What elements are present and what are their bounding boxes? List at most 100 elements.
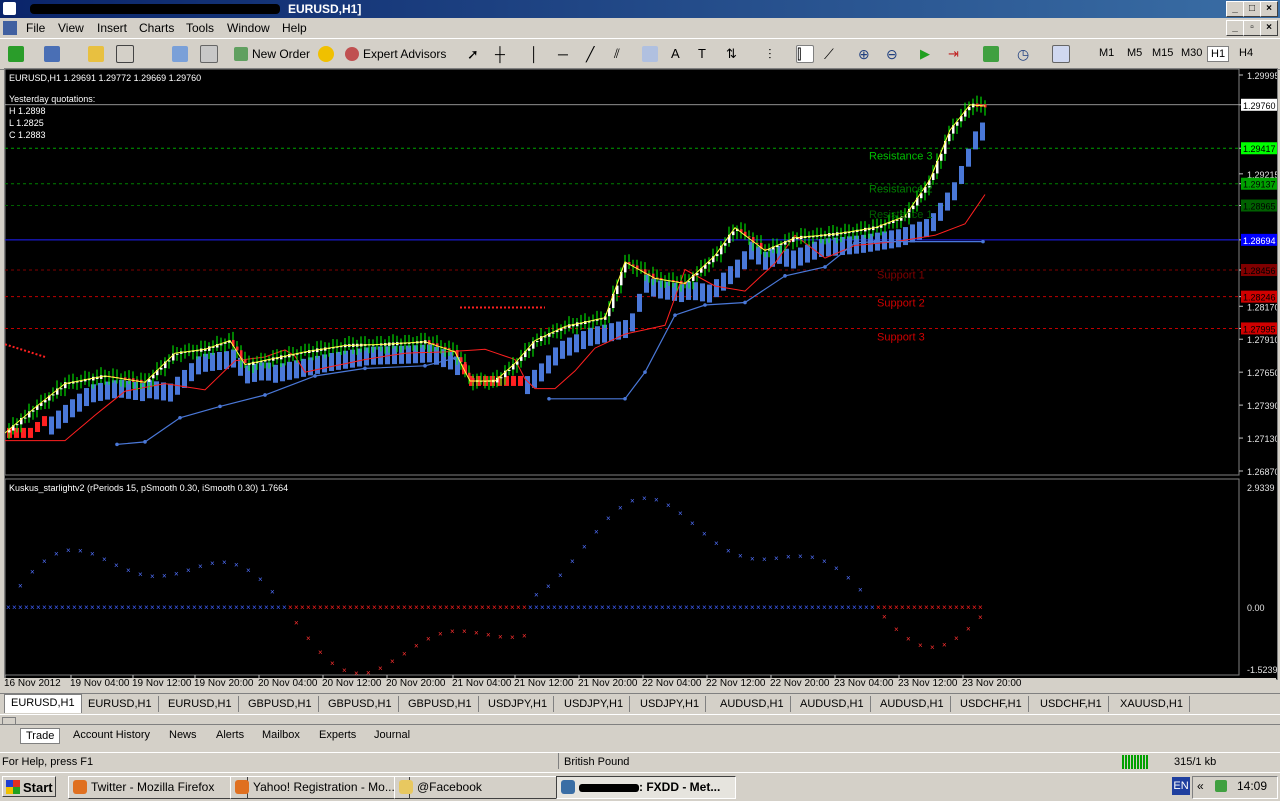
chart-tab[interactable]: AUDUSD,H1	[874, 696, 951, 712]
terminal-tab-journal[interactable]: Journal	[369, 728, 415, 742]
terminal-tab-account-history[interactable]: Account History	[68, 728, 155, 742]
templates-icon[interactable]	[1052, 45, 1070, 63]
indicator-point: ×	[930, 643, 935, 652]
zero-line-marker: ×	[390, 603, 395, 612]
language-indicator[interactable]: EN	[1172, 777, 1190, 795]
zoom-in-icon[interactable]: ⊕	[858, 46, 874, 62]
zoom-out-icon[interactable]: ⊖	[886, 46, 902, 62]
candle-body	[748, 236, 751, 238]
indicator-point: ×	[678, 509, 683, 518]
text-icon[interactable]: A	[671, 46, 687, 62]
new-chart-icon[interactable]	[8, 46, 24, 62]
profiles-icon[interactable]	[44, 46, 60, 62]
task-firefox-yahoo[interactable]: Yahoo! Registration - Mo...	[230, 776, 410, 799]
zero-line-marker: ×	[438, 603, 443, 612]
timeframe-m1[interactable]: M1	[1096, 46, 1117, 60]
crosshair-icon[interactable]: ┼	[495, 46, 511, 62]
quotes-title: Yesterday quotations:	[9, 94, 95, 104]
data-window-icon[interactable]	[116, 45, 134, 63]
chart-tab[interactable]: EURUSD,H1	[162, 696, 239, 712]
task-firefox-twitter[interactable]: Twitter - Mozilla Firefox	[68, 776, 248, 799]
zero-line-marker: ×	[264, 603, 269, 612]
indicator-point: ×	[102, 555, 107, 564]
autoscroll-icon[interactable]: ▶	[920, 46, 936, 62]
menu-tools[interactable]: Tools	[186, 21, 214, 35]
indicator-point: ×	[66, 546, 71, 555]
terminal-tab-experts[interactable]: Experts	[314, 728, 361, 742]
candlestick-icon[interactable]: ⫿	[796, 45, 814, 63]
timeframe-h4[interactable]: H4	[1236, 46, 1256, 60]
indicator-point: ×	[294, 618, 299, 627]
fibonacci-icon[interactable]	[642, 46, 658, 62]
cursor-icon[interactable]: ➚	[467, 46, 483, 62]
text-label-icon[interactable]: T	[698, 46, 714, 62]
new-order-button[interactable]: New Order	[234, 44, 310, 64]
menu-file[interactable]: File	[26, 21, 45, 35]
chart-tab[interactable]: USDJPY,H1	[558, 696, 631, 712]
band-bar	[77, 393, 82, 412]
vertical-line-icon[interactable]: │	[530, 46, 546, 62]
timeframe-m30[interactable]: M30	[1178, 46, 1205, 60]
indicators-icon[interactable]	[983, 46, 999, 62]
terminal-tab-mailbox[interactable]: Mailbox	[257, 728, 305, 742]
menu-view[interactable]: View	[58, 21, 84, 35]
chart-tab[interactable]: GBPUSD,H1	[322, 696, 399, 712]
bar-chart-icon[interactable]: ⫶	[768, 46, 784, 62]
timeframe-h1[interactable]: H1	[1207, 46, 1230, 62]
timeframe-m5[interactable]: M5	[1124, 46, 1145, 60]
periods-clock-icon[interactable]: ◷	[1017, 46, 1033, 62]
chart-window[interactable]: × × × × × × × × × × × × × × × × × × × × × × × × × × × × × × × × × × × × × × × ×…	[4, 68, 1280, 680]
chart-tab[interactable]: GBPUSD,H1	[402, 696, 479, 712]
chart-shift-icon[interactable]: ⇥	[948, 46, 964, 62]
menu-insert[interactable]: Insert	[97, 21, 127, 35]
chart-tab[interactable]: USDJPY,H1	[482, 696, 555, 712]
menu-charts[interactable]: Charts	[139, 21, 174, 35]
zero-line-marker: ×	[300, 603, 305, 612]
zero-line-marker: ×	[102, 603, 107, 612]
volume-icon[interactable]	[1215, 780, 1227, 792]
chart-tab[interactable]: XAUUSD,H1	[1114, 696, 1190, 712]
tray-expand-icon[interactable]: «	[1197, 779, 1204, 793]
chart-tab[interactable]: USDJPY,H1	[634, 696, 707, 712]
equidistant-channel-icon[interactable]: ⫽	[614, 46, 630, 62]
band-bar	[56, 410, 61, 429]
task-facebook-folder[interactable]: @Facebook	[394, 776, 574, 799]
task-metatrader[interactable]: : FXDD - Met...	[556, 776, 736, 799]
child-restore-button[interactable]: ▫	[1243, 20, 1261, 36]
terminal-tab-alerts[interactable]: Alerts	[211, 728, 249, 742]
zero-line-marker: ×	[468, 603, 473, 612]
price-chart[interactable]: × × ××× ××× ××× ××× ××× ××× ××× ××× ××× ××× ××× ××× ××…	[4, 68, 1280, 679]
chart-tab[interactable]: EURUSD,H1	[82, 696, 159, 712]
horizontal-line-icon[interactable]: ─	[558, 46, 574, 62]
timeframe-m15[interactable]: M15	[1149, 46, 1176, 60]
arrows-icon[interactable]: ⇅	[726, 46, 742, 62]
terminal-tab-trade[interactable]: Trade	[20, 728, 61, 744]
maximize-button[interactable]: □	[1243, 1, 1261, 17]
zero-line-marker: ×	[126, 603, 131, 612]
chart-tab[interactable]: USDCHF,H1	[1034, 696, 1109, 712]
menu-window[interactable]: Window	[227, 21, 270, 35]
time-axis-label: 22 Nov 12:00	[706, 678, 766, 689]
autotrading-icon[interactable]	[318, 46, 334, 62]
start-button[interactable]: Start	[2, 776, 56, 797]
menu-help[interactable]: Help	[282, 21, 307, 35]
zero-line-marker: ×	[474, 603, 479, 612]
line-chart-icon[interactable]: ⟋	[824, 46, 840, 62]
status-profile: British Pound	[564, 756, 630, 768]
terminal-tab-news[interactable]: News	[164, 728, 202, 742]
chart-tab[interactable]: EURUSD,H1	[4, 694, 82, 713]
close-button[interactable]: ×	[1260, 1, 1278, 17]
indicator-point: ×	[582, 542, 587, 551]
chart-tab[interactable]: GBPUSD,H1	[242, 696, 319, 712]
chart-tab[interactable]: USDCHF,H1	[954, 696, 1029, 712]
expert-advisors-button[interactable]: Expert Advisors	[345, 44, 446, 64]
child-minimize-button[interactable]: _	[1226, 20, 1244, 36]
minimize-button[interactable]: _	[1226, 1, 1244, 17]
market-watch-icon[interactable]	[88, 46, 104, 62]
terminal-icon[interactable]	[200, 45, 218, 63]
child-close-button[interactable]: ×	[1260, 20, 1278, 36]
chart-tab[interactable]: AUDUSD,H1	[714, 696, 791, 712]
navigator-icon[interactable]	[172, 46, 188, 62]
chart-tab[interactable]: AUDUSD,H1	[794, 696, 871, 712]
trendline-icon[interactable]: ╱	[586, 46, 602, 62]
